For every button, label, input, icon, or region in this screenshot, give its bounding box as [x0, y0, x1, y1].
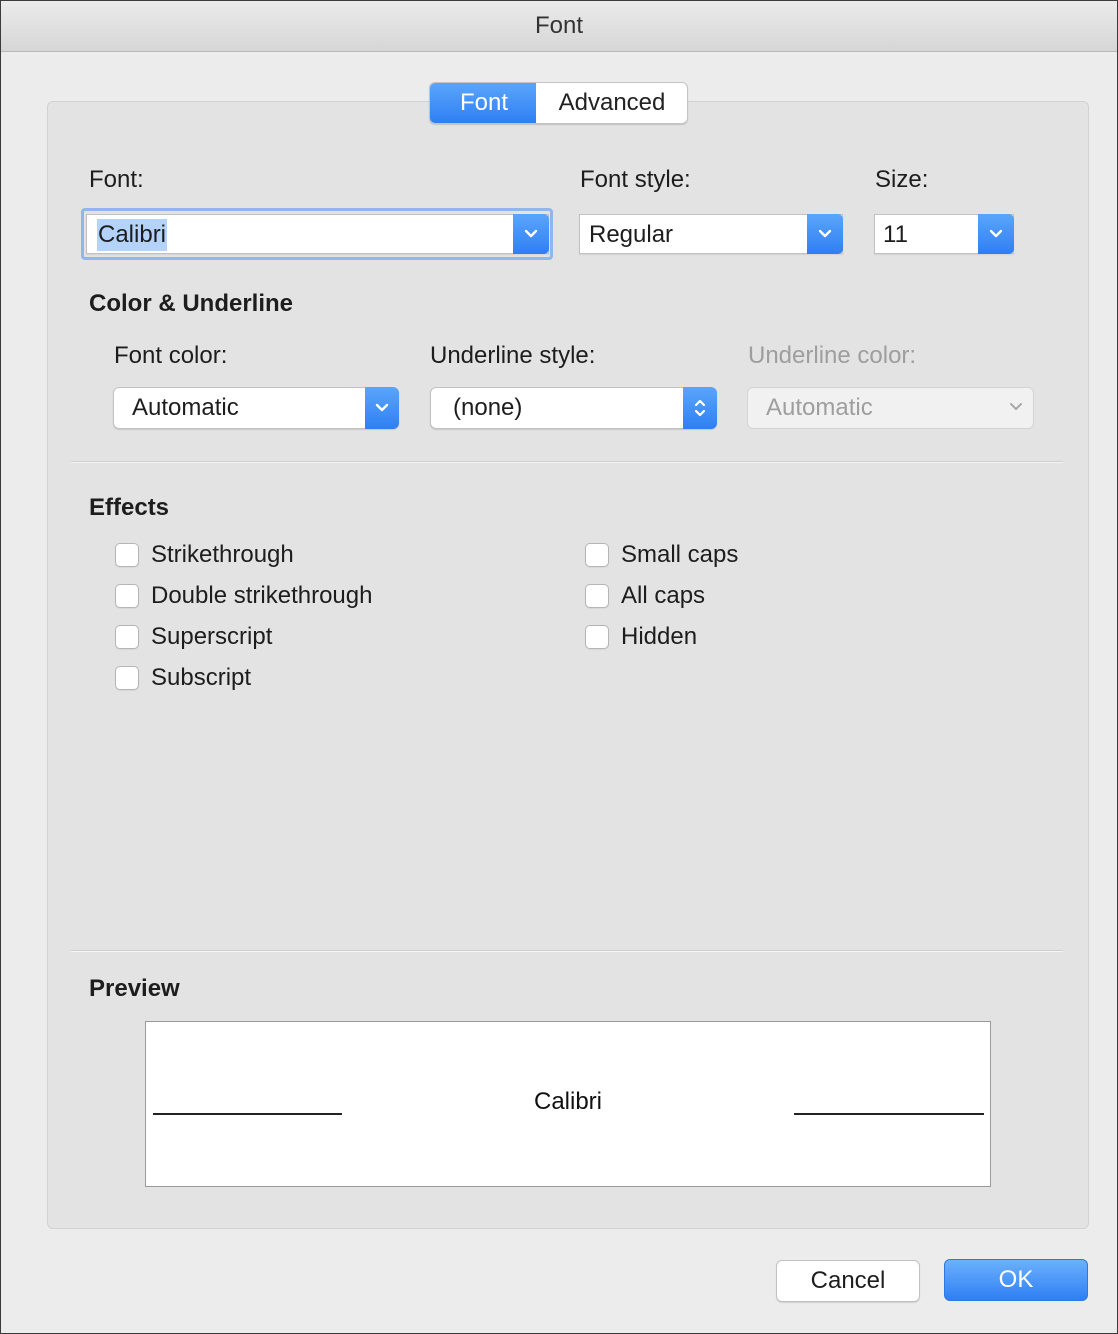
- font-color-value: Automatic: [132, 394, 239, 421]
- font-dialog: Font Font Advanced Font: Font style: Siz…: [0, 0, 1118, 1334]
- size-label: Size:: [875, 166, 929, 193]
- strikethrough-label[interactable]: Strikethrough: [151, 541, 294, 569]
- underline-color-popup: Automatic: [747, 387, 1034, 429]
- font-color-popup[interactable]: Automatic: [113, 387, 399, 429]
- subscript-checkbox[interactable]: Subscript: [115, 664, 251, 692]
- tab-advanced[interactable]: Advanced: [536, 83, 687, 123]
- dialog-title: Font: [1, 1, 1117, 52]
- font-style-dropdown-button[interactable]: [807, 214, 843, 254]
- font-color-label: Font color:: [114, 342, 228, 369]
- underline-style-stepper-button[interactable]: [683, 387, 717, 429]
- checkbox-box[interactable]: [585, 625, 609, 649]
- font-combo-value[interactable]: Calibri: [97, 219, 168, 251]
- color-underline-heading: Color & Underline: [89, 290, 294, 317]
- checkbox-box[interactable]: [115, 584, 139, 608]
- small-caps-checkbox[interactable]: Small caps: [585, 541, 738, 569]
- tab-font[interactable]: Font: [430, 83, 536, 123]
- superscript-checkbox[interactable]: Superscript: [115, 623, 272, 651]
- chevron-down-icon: [375, 403, 389, 412]
- preview-baseline-right: [794, 1113, 984, 1115]
- preview-sample-text: Calibri: [533, 1088, 602, 1115]
- font-combo[interactable]: Calibri: [86, 214, 549, 254]
- preview-box: Calibri: [145, 1021, 991, 1187]
- checkbox-box[interactable]: [585, 543, 609, 567]
- font-label: Font:: [89, 166, 144, 193]
- size-dropdown-button[interactable]: [978, 214, 1014, 254]
- hidden-checkbox[interactable]: Hidden: [585, 623, 697, 651]
- underline-style-value: (none): [453, 394, 523, 421]
- checkbox-box[interactable]: [115, 666, 139, 690]
- double-strikethrough-checkbox[interactable]: Double strikethrough: [115, 582, 372, 610]
- ok-button[interactable]: OK: [944, 1259, 1088, 1301]
- size-value[interactable]: 11: [883, 215, 908, 255]
- small-caps-label[interactable]: Small caps: [621, 541, 738, 569]
- section-divider: [71, 950, 1063, 952]
- chevron-down-icon: [818, 229, 832, 238]
- chevron-down-icon: [989, 229, 1003, 238]
- checkbox-box[interactable]: [115, 625, 139, 649]
- hidden-label[interactable]: Hidden: [621, 623, 697, 651]
- chevron-down-icon: [524, 229, 538, 238]
- size-combo[interactable]: 11: [874, 214, 1014, 254]
- font-dropdown-button[interactable]: [513, 214, 549, 254]
- underline-style-label: Underline style:: [430, 342, 596, 369]
- tab-bar: Font Advanced: [429, 82, 688, 124]
- font-style-combo[interactable]: Regular: [579, 214, 843, 254]
- superscript-label[interactable]: Superscript: [151, 623, 272, 651]
- up-down-chevron-icon: [694, 399, 706, 417]
- underline-style-popup[interactable]: (none): [430, 387, 717, 429]
- strikethrough-checkbox[interactable]: Strikethrough: [115, 541, 294, 569]
- subscript-label[interactable]: Subscript: [151, 664, 251, 692]
- effects-heading: Effects: [89, 494, 170, 521]
- underline-color-label: Underline color:: [748, 342, 917, 369]
- all-caps-checkbox[interactable]: All caps: [585, 582, 705, 610]
- font-style-label: Font style:: [580, 166, 691, 193]
- chevron-down-icon: [1009, 388, 1023, 428]
- section-divider: [71, 461, 1063, 463]
- double-strikethrough-label[interactable]: Double strikethrough: [151, 582, 372, 610]
- underline-color-value: Automatic: [766, 394, 873, 421]
- preview-heading: Preview: [89, 975, 180, 1002]
- checkbox-box[interactable]: [585, 584, 609, 608]
- all-caps-label[interactable]: All caps: [621, 582, 705, 610]
- font-style-value[interactable]: Regular: [589, 215, 673, 255]
- cancel-button[interactable]: Cancel: [776, 1260, 920, 1302]
- checkbox-box[interactable]: [115, 543, 139, 567]
- font-color-dropdown-button[interactable]: [365, 387, 399, 429]
